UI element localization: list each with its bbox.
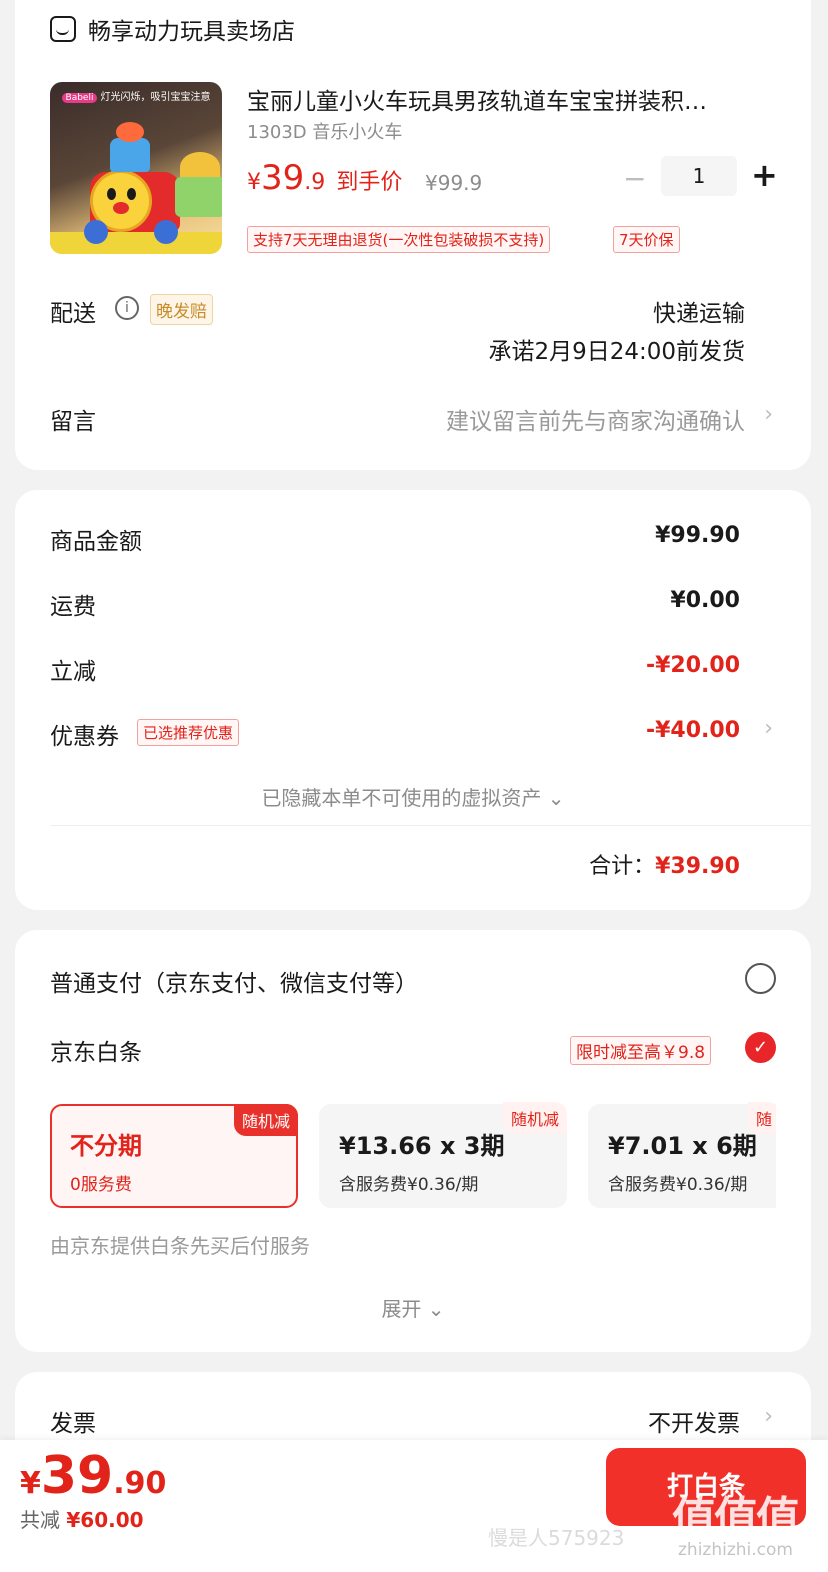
info-icon[interactable]: i [115, 296, 139, 320]
chevron-right-icon[interactable]: › [764, 1404, 773, 1429]
coupon-value[interactable]: -¥40.00 [646, 718, 740, 743]
message-input[interactable]: 建议留言前先与商家沟通确认 [446, 402, 745, 436]
watermark-user: 慢是人575923 [488, 1526, 625, 1550]
shop-icon [50, 16, 76, 42]
product-image-banner: Babeli 灯光闪烁，吸引宝宝注意 [50, 88, 222, 103]
shipping-label: 运费 [50, 594, 96, 620]
quantity-input[interactable]: 1 [661, 156, 737, 196]
message-label: 留言 [50, 409, 96, 435]
chevron-right-icon: › [764, 402, 773, 427]
brand-logo-icon: Babeli [61, 93, 98, 103]
plan-6-installments[interactable]: 随 ¥7.01 x 6期 含服务费¥0.36/期 [588, 1102, 776, 1208]
price-label: 到手价 [336, 170, 403, 195]
total-row: 合计：¥39.90 [589, 848, 740, 880]
plan-sub: 0服务费 [70, 1175, 132, 1195]
watermark-site: zhizhizhi.com [678, 1540, 793, 1560]
product-image[interactable]: Babeli 灯光闪烁，吸引宝宝注意 [50, 82, 222, 254]
late-compensation-tag: 晚发赔 [150, 294, 213, 325]
plus-button[interactable]: + [751, 156, 778, 194]
original-price: ¥99.9 [425, 171, 483, 195]
chevron-right-icon[interactable]: › [764, 716, 773, 741]
price-summary-card: 商品金额 ¥99.90 运费 ¥0.00 立减 -¥20.00 优惠券 已选推荐… [15, 490, 811, 910]
random-discount-badge: 随机减 [233, 1104, 298, 1136]
payment-card: 普通支付（京东支付、微信支付等） 京东白条 限时减至高￥9.8 ✓ 随机减 不分… [15, 930, 811, 1352]
instant-discount-label: 立减 [50, 659, 96, 685]
invoice-label: 发票 [50, 1411, 96, 1437]
hidden-assets-toggle[interactable]: 已隐藏本单不可使用的虚拟资产 ⌄ [15, 782, 811, 811]
plan-sub: 含服务费¥0.36/期 [608, 1175, 748, 1195]
goods-amount-label: 商品金额 [50, 529, 142, 555]
installment-plans: 随机减 不分期 0服务费 随机减 ¥13.66 x 3期 含服务费¥0.36/期… [15, 930, 776, 1352]
return-policy-tag: 支持7天无理由退货(一次性包装破损不支持) [247, 226, 551, 253]
expand-toggle[interactable]: 展开 ⌄ [15, 1293, 811, 1322]
goods-amount-value: ¥99.90 [655, 523, 740, 548]
plan-no-installment[interactable]: 随机减 不分期 0服务费 [50, 1104, 298, 1208]
delivery-method[interactable]: 快递运输 [653, 294, 745, 328]
chevron-down-icon: ⌄ [547, 786, 565, 810]
shop-row[interactable]: 畅享动力玩具卖场店 [50, 12, 295, 46]
coupon-label: 优惠券 [50, 724, 119, 750]
delivery-label: 配送 [50, 301, 96, 327]
minus-button[interactable]: − [623, 162, 646, 195]
chevron-down-icon: ⌄ [427, 1297, 445, 1321]
total-label: 合计： [589, 854, 656, 879]
plan-title: ¥13.66 x 3期 [339, 1132, 505, 1160]
random-discount-badge: 随机减 [502, 1102, 567, 1134]
product-sku[interactable]: 1303D 音乐小火车 [247, 118, 402, 144]
price-protect-tag: 7天价保 [613, 226, 680, 253]
shop-name: 畅享动力玩具卖场店 [88, 19, 295, 45]
footer-total: ¥39.90 [20, 1446, 167, 1506]
instant-discount-value: -¥20.00 [645, 653, 740, 678]
total-value: ¥39.90 [655, 854, 740, 879]
invoice-value[interactable]: 不开发票 [648, 1404, 740, 1438]
footer-saved: 共减 ¥60.00 [20, 1508, 144, 1532]
watermark-logo: 值值值 [672, 1493, 800, 1544]
plan-3-installments[interactable]: 随机减 ¥13.66 x 3期 含服务费¥0.36/期 [319, 1102, 567, 1208]
shipping-value: ¥0.00 [670, 588, 740, 613]
plan-title: ¥7.01 x 6期 [608, 1132, 757, 1160]
plan-sub: 含服务费¥0.36/期 [339, 1175, 479, 1195]
order-card-top: 畅享动力玩具卖场店 Babeli 灯光闪烁，吸引宝宝注意 宝丽儿童小火车玩具男孩轨… [15, 0, 811, 470]
coupon-tag: 已选推荐优惠 [137, 719, 240, 746]
plan-title: 不分期 [70, 1132, 142, 1160]
divider [50, 825, 811, 826]
product-price: ¥39.9 到手价 [247, 158, 403, 198]
provider-note: 由京东提供白条先买后付服务 [50, 1234, 310, 1258]
product-title[interactable]: 宝丽儿童小火车玩具男孩轨道车宝宝拼装积… [247, 82, 707, 116]
delivery-promise: 承诺2月9日24:00前发货 [488, 339, 745, 365]
